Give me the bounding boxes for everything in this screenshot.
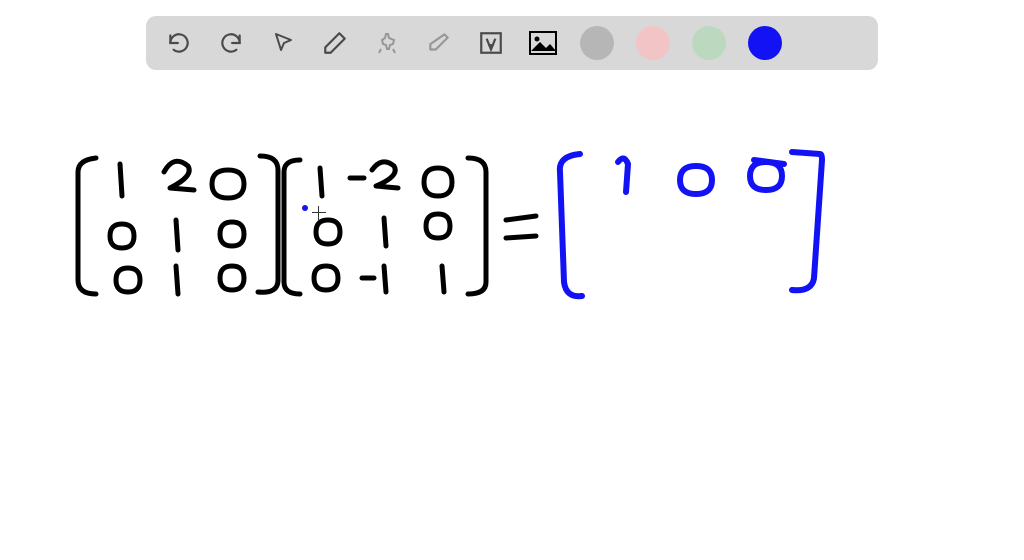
image-tool-button[interactable] (528, 28, 558, 58)
color-pink[interactable] (636, 26, 670, 60)
color-green[interactable] (692, 26, 726, 60)
color-blue[interactable] (748, 26, 782, 60)
undo-button[interactable] (164, 28, 194, 58)
eraser-tool-button[interactable] (424, 28, 454, 58)
select-tool-button[interactable] (268, 28, 298, 58)
handwritten-equation (0, 80, 1024, 560)
redo-button[interactable] (216, 28, 246, 58)
text-tool-button[interactable] (476, 28, 506, 58)
drawing-toolbar (146, 16, 878, 70)
pen-tool-button[interactable] (320, 28, 350, 58)
color-gray[interactable] (580, 26, 614, 60)
tools-button[interactable] (372, 28, 402, 58)
whiteboard-canvas[interactable] (0, 80, 1024, 560)
